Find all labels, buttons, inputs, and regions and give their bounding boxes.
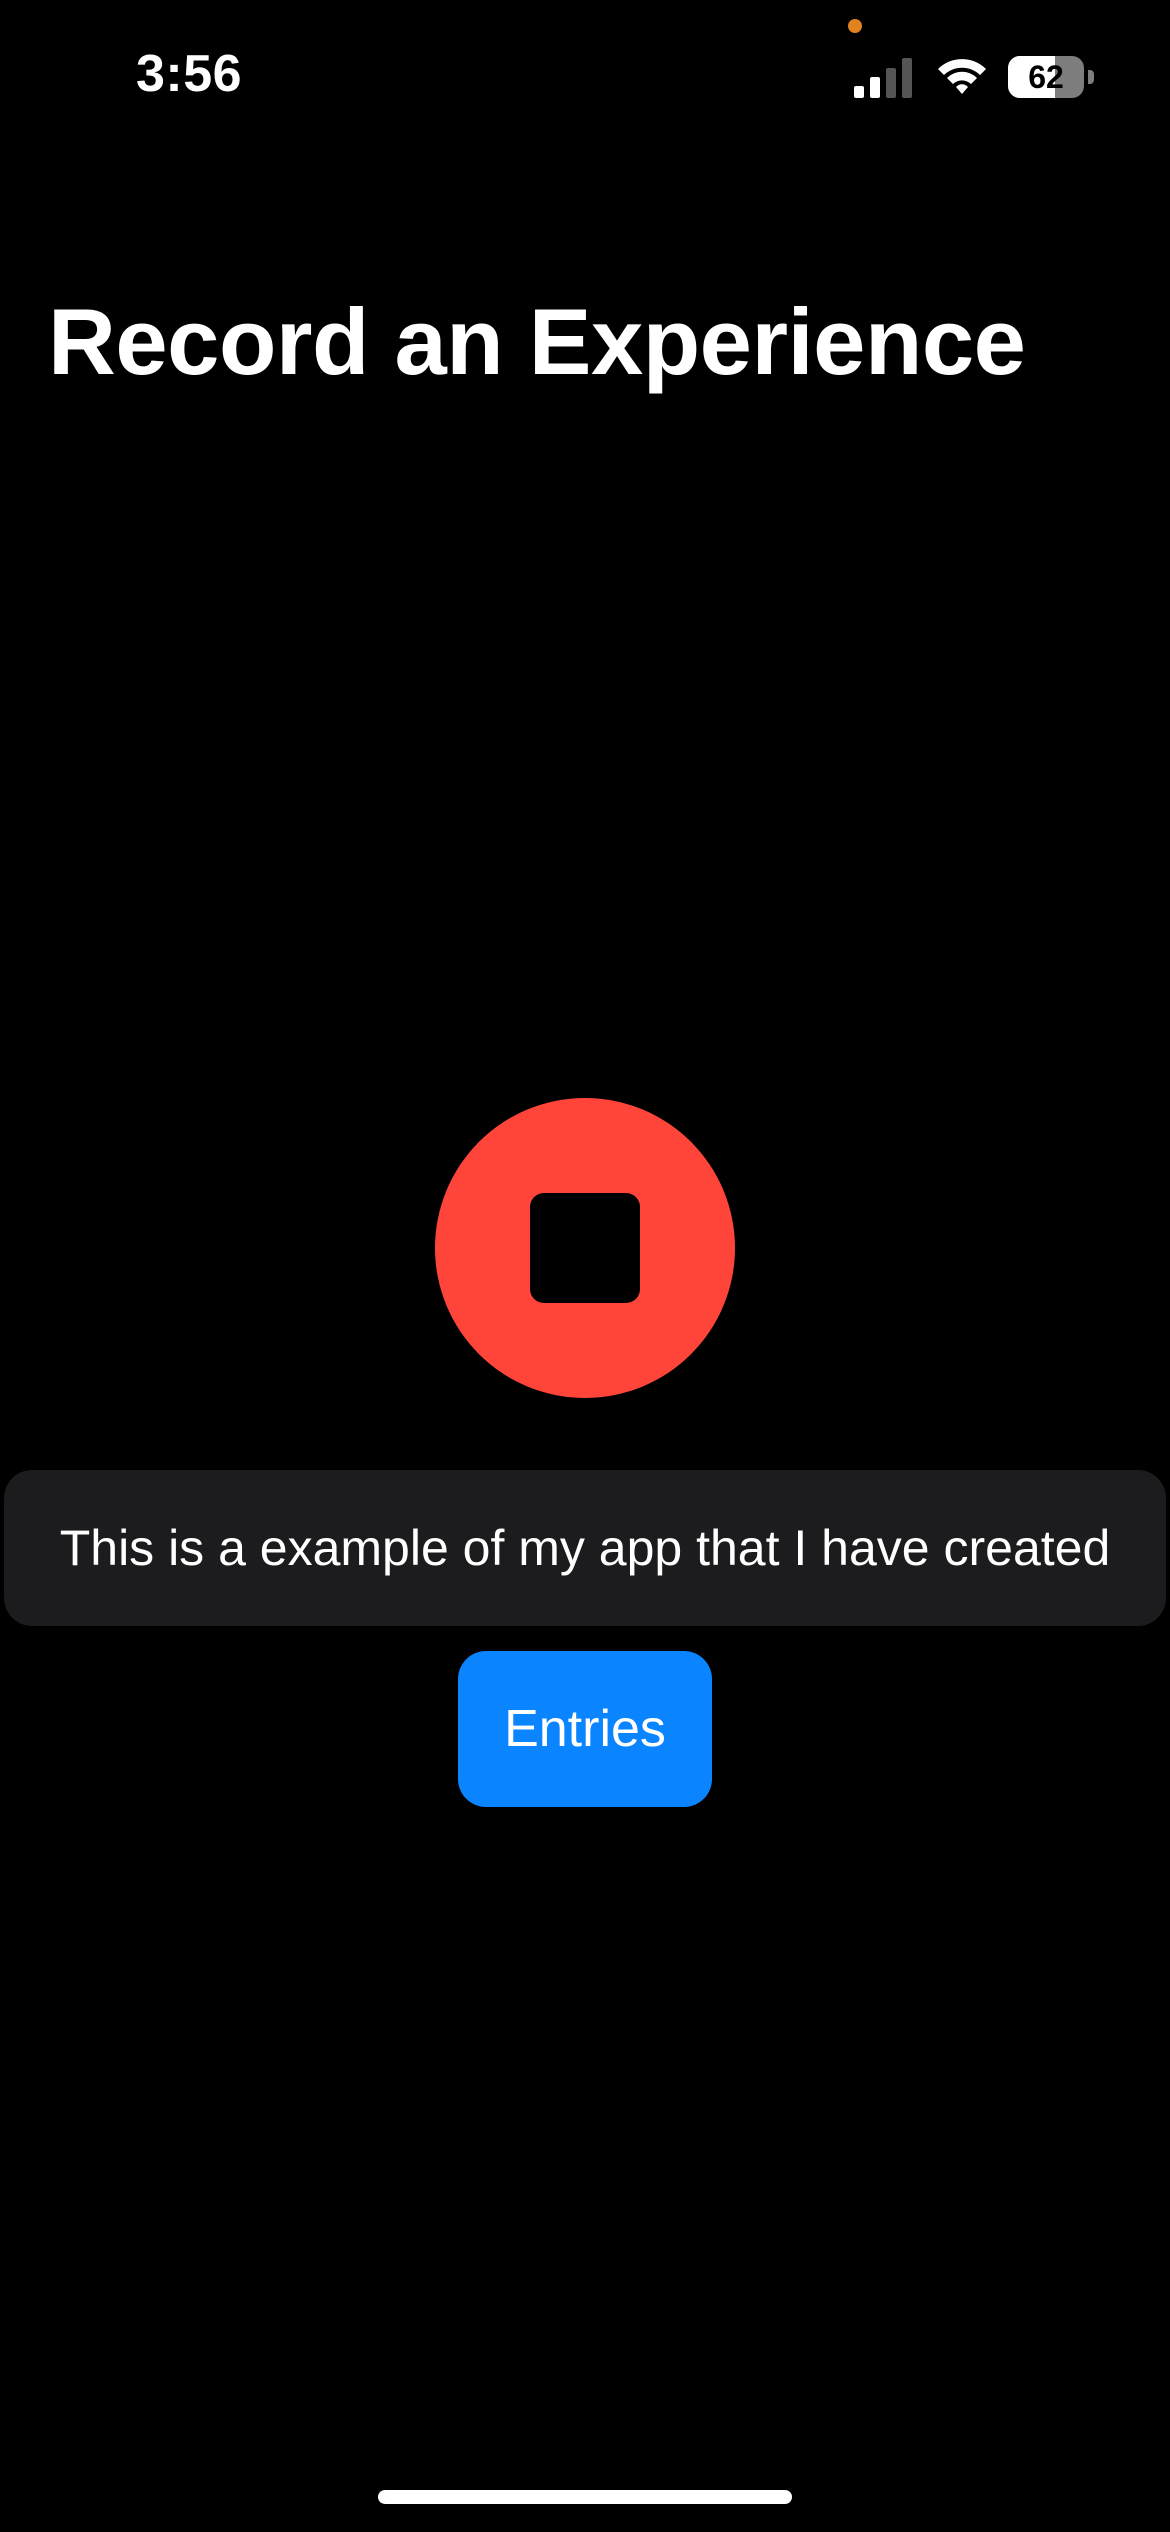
entries-button[interactable]: Entries bbox=[458, 1651, 712, 1807]
status-time: 3:56 bbox=[136, 45, 243, 103]
signal-bar-1 bbox=[854, 86, 864, 98]
privacy-indicator-dot bbox=[848, 19, 862, 33]
status-bar: 3:56 62 bbox=[0, 0, 1170, 150]
entries-button-label: Entries bbox=[504, 1700, 666, 1758]
signal-bar-3 bbox=[886, 68, 896, 98]
transcript-box: This is a example of my app that I have … bbox=[4, 1470, 1166, 1626]
stop-icon bbox=[530, 1193, 640, 1303]
wifi-icon bbox=[938, 59, 986, 94]
battery-body: 62 bbox=[1008, 56, 1084, 98]
battery-icon: 62 bbox=[1008, 56, 1094, 100]
signal-bar-2 bbox=[870, 77, 880, 98]
stop-recording-button[interactable] bbox=[435, 1098, 735, 1398]
cellular-signal-icon bbox=[854, 58, 912, 98]
battery-cap bbox=[1088, 70, 1094, 84]
home-indicator[interactable] bbox=[378, 2490, 792, 2504]
transcript-text: This is a example of my app that I have … bbox=[59, 1520, 1111, 1576]
signal-bar-4 bbox=[902, 58, 912, 98]
page-title: Record an Experience bbox=[48, 289, 1026, 394]
battery-level-text: 62 bbox=[1028, 59, 1064, 95]
